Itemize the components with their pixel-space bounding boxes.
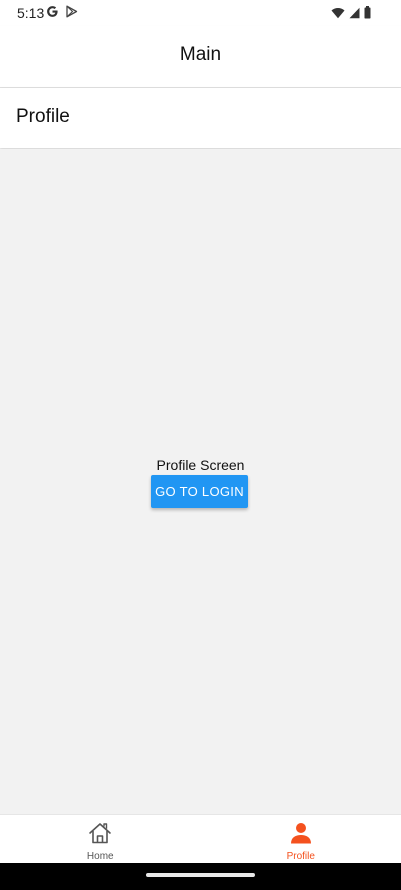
play-store-icon xyxy=(65,5,78,23)
tab-home[interactable]: Home xyxy=(0,815,201,864)
signal-icon xyxy=(349,6,360,24)
go-to-login-button[interactable]: GO TO LOGIN xyxy=(151,475,248,508)
screen-header: Profile xyxy=(0,88,401,148)
tab-home-label: Home xyxy=(86,851,114,862)
profile-icon xyxy=(289,822,313,849)
google-icon xyxy=(46,5,59,23)
profile-screen-label: Profile Screen xyxy=(156,457,245,473)
profile-screen-content: Profile Screen GO TO LOGIN xyxy=(0,149,401,814)
tab-profile[interactable]: Profile xyxy=(201,815,401,864)
battery-icon xyxy=(364,6,371,24)
wifi-icon xyxy=(331,6,345,24)
device-screen: 5:13 Main Profile Profile Screen GO TO L… xyxy=(0,0,401,890)
status-right-icons xyxy=(331,6,371,24)
system-nav-bar xyxy=(0,863,401,890)
status-bar: 5:13 xyxy=(0,0,401,26)
bottom-tab-bar: Home Profile xyxy=(0,814,401,864)
home-gesture-handle[interactable] xyxy=(146,873,255,877)
status-left-icons xyxy=(46,5,78,23)
status-time: 5:13 xyxy=(17,5,45,21)
app-header-title: Main xyxy=(179,44,222,65)
home-icon xyxy=(88,822,112,849)
screen-header-title: Profile xyxy=(16,106,70,127)
app-header: Main xyxy=(0,26,401,88)
tab-profile-label: Profile xyxy=(286,851,315,862)
